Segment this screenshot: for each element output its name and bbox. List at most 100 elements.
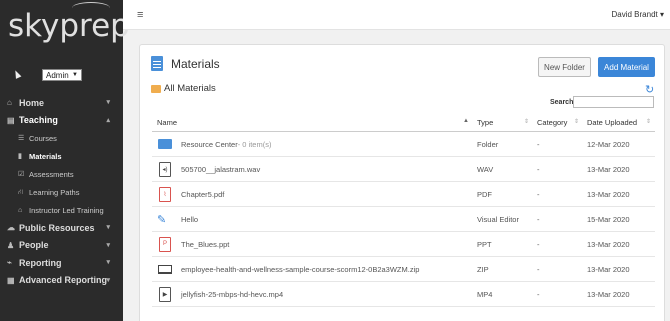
sidebar-subitem-courses[interactable]: ☰ Courses [0,129,123,147]
sidebar-item-advanced-reporting[interactable]: ▦ Advanced Reporting ▾ [0,272,123,290]
sidebar-subitem-learning-paths[interactable]: ⛙ Learning Paths [0,183,123,201]
search-input[interactable] [573,96,654,108]
refresh-icon[interactable]: ↻ [645,83,654,96]
hamburger-menu-icon[interactable]: ≡ [137,9,143,21]
sidebar-item-label: Home [19,97,45,108]
row-category: - [537,189,540,199]
sidebar-item-label: Reporting [19,257,62,268]
sort-icon: ⇕ [573,119,579,125]
row-type: Folder [477,139,499,149]
sidebar-item-teaching[interactable]: ▤ Teaching ▴ [0,112,123,130]
chevron-down-icon: ▾ [106,241,110,249]
row-category: - [537,214,540,224]
row-date: 13-Mar 2020 [587,189,630,199]
chevron-down-icon: ▾ [106,276,110,284]
sidebar-item-label: Public Resources [19,222,95,233]
sidebar-item-label: Advanced Reporting [19,275,108,286]
row-date: 13-Mar 2020 [587,264,630,274]
sort-icon: ⇕ [523,119,529,125]
sidebar-subitem-label: Materials [29,151,62,161]
sidebar-subitem-assessments[interactable]: ☑ Assessments [0,165,123,183]
row-date: 12-Mar 2020 [587,139,630,149]
row-name[interactable]: Resource Center [181,140,238,149]
table-header: Name ▲ Type ⇕ Category ⇕ Date Uploaded ⇕ [152,114,655,132]
folder-icon [158,139,172,149]
logo-arc [72,2,110,14]
row-category: - [537,289,540,299]
powerpoint-file-icon: P [159,236,171,252]
sidebar-item-public-resources[interactable]: ☁ Public Resources ▾ [0,219,123,237]
chevron-down-icon: ▼ [72,72,78,78]
column-header-type[interactable]: Type ⇕ [473,118,533,127]
sidebar-item-home[interactable]: ⌂ Home ▾ [0,94,123,112]
column-header-date-uploaded[interactable]: Date Uploaded ⇕ [583,118,655,127]
checkbox-icon: ☑ [18,171,25,178]
folder-title: All Materials [164,83,216,94]
chevron-up-icon: ▴ [106,116,110,124]
row-date: 13-Mar 2020 [587,239,630,249]
materials-panel: Materials New Folder Add Material All Ma… [139,44,665,321]
table-row[interactable]: P The_Blues.ppt PPT - 13-Mar 2020 [152,232,655,257]
column-header-category[interactable]: Category ⇕ [533,118,583,127]
sort-icon: ⇕ [645,119,651,125]
row-name[interactable]: 505700__jalastram.wav [181,165,260,174]
row-name[interactable]: The_Blues.ppt [181,240,229,249]
sidebar-subitem-label: Courses [29,133,57,143]
mouse-cursor-icon [12,69,22,79]
row-name[interactable]: jellyfish-25-mbps-hd-hevc.mp4 [181,290,283,299]
row-category: - [537,164,540,174]
row-name[interactable]: employee-health-and-wellness-sample-cour… [181,265,419,274]
role-select[interactable]: Admin ▼ [42,69,82,81]
table-row[interactable]: ✎ Hello Visual Editor - 15-Mar 2020 [152,207,655,232]
person-icon: ♟ [7,240,15,250]
row-type: ZIP [477,264,489,274]
sidebar: skyprep Admin ▼ ⌂ Home ▾ ▤ Teaching ▴ ☰ … [0,0,130,321]
row-name[interactable]: Hello [181,215,198,224]
table-row[interactable]: employee-health-and-wellness-sample-cour… [152,257,655,282]
chevron-down-icon: ▾ [659,10,664,19]
new-folder-button[interactable]: New Folder [538,57,591,77]
folder-open-icon [151,84,161,93]
sidebar-subitem-instructor-led-training[interactable]: ⌂ Instructor Led Training [0,201,123,219]
row-category: - [537,139,540,149]
pdf-file-icon: ⌇ [159,186,171,202]
row-category: - [537,239,540,249]
sidebar-subitem-materials[interactable]: ▮ Materials [0,147,123,165]
row-type: PPT [477,239,492,249]
table-row[interactable]: ◂) 505700__jalastram.wav WAV - 13-Mar 202… [152,157,655,182]
table-row[interactable]: ⌇ Chapter5.pdf PDF - 13-Mar 2020 [152,182,655,207]
sidebar-item-label: People [19,240,49,251]
materials-table: Name ▲ Type ⇕ Category ⇕ Date Uploaded ⇕… [152,114,655,307]
sidebar-item-people[interactable]: ♟ People ▾ [0,237,123,255]
role-select-value: Admin [46,70,69,80]
laptop-icon [158,264,172,274]
row-name[interactable]: Chapter5.pdf [181,190,224,199]
row-type: PDF [477,189,492,199]
table-row[interactable]: ▶ jellyfish-25-mbps-hd-hevc.mp4 MP4 - 13-… [152,282,655,307]
column-header-name[interactable]: Name ▲ [152,118,473,127]
area-chart-icon: ▦ [7,275,15,285]
road-icon: ⛙ [18,188,23,196]
column-header-label: Type [477,118,494,127]
sidebar-nav: ⌂ Home ▾ ▤ Teaching ▴ ☰ Courses ▮ Materi… [0,94,123,289]
table-row[interactable]: Resource Center - 0 item(s) Folder - 12-… [152,132,655,157]
document-icon: ▮ [18,153,22,160]
column-header-label: Name [157,118,178,127]
user-menu[interactable]: David Brandt ▾ [612,10,665,19]
sidebar-item-reporting[interactable]: ⌁ Reporting ▾ [0,254,123,272]
video-file-icon: ▶ [159,286,171,302]
row-type: WAV [477,164,494,174]
row-date: 13-Mar 2020 [587,289,630,299]
sidebar-subitem-label: Instructor Led Training [29,205,104,215]
column-header-label: Category [537,118,568,127]
sort-ascending-icon: ▲ [463,118,469,124]
column-header-label: Date Uploaded [587,118,638,127]
skyprep-logo[interactable]: skyprep [8,8,130,44]
add-material-button[interactable]: Add Material [598,57,655,77]
graduation-cap-icon: ⌂ [18,206,23,214]
sidebar-item-label: Teaching [19,115,58,126]
folder-breadcrumb: All Materials [151,83,216,94]
magic-wand-icon: ✎ [157,213,167,226]
user-name: David Brandt [611,10,658,19]
sidebar-subitem-label: Assessments [29,169,74,179]
